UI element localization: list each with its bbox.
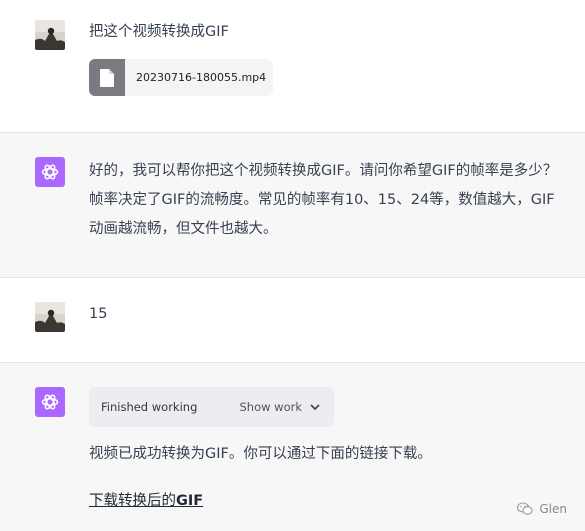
work-status-text: Finished working	[101, 400, 198, 414]
chevron-down-icon	[310, 403, 320, 410]
download-link-bold: GIF	[176, 493, 204, 509]
assistant-message-text: 视频已成功转换为GIF。你可以通过下面的链接下载。	[89, 446, 432, 462]
watermark: Glen	[517, 502, 567, 516]
work-status-box: Finished working Show work	[89, 387, 334, 427]
message-assistant-1: 好的，我可以帮你把这个视频转换成GIF。请问你希望GIF的帧率是多少？帧率决定了…	[0, 133, 585, 277]
download-link-prefix: 下载转换后的	[89, 493, 176, 509]
show-work-label: Show work	[239, 400, 302, 414]
user-avatar	[35, 302, 65, 332]
file-attachment[interactable]: 20230716-180055.mp4	[89, 59, 273, 96]
user-avatar	[35, 20, 65, 50]
chatgpt-logo-icon	[35, 387, 65, 417]
message-user-1: 把这个视频转换成GIF 20230716-180055.mp4	[0, 0, 585, 132]
show-work-button[interactable]: Show work	[239, 400, 320, 414]
wechat-icon	[517, 502, 533, 515]
file-name: 20230716-180055.mp4	[136, 71, 267, 84]
user-message-text: 把这个视频转换成GIF	[89, 24, 229, 40]
file-icon	[89, 59, 125, 96]
download-gif-link[interactable]: 下载转换后的GIF	[89, 487, 203, 516]
user-message-text: 15	[89, 306, 108, 322]
chatgpt-logo-icon	[35, 157, 65, 187]
assistant-message-text: 好的，我可以帮你把这个视频转换成GIF。请问你希望GIF的帧率是多少？帧率决定了…	[89, 163, 558, 237]
watermark-label: Glen	[539, 502, 567, 516]
message-user-2: 15	[0, 278, 585, 362]
